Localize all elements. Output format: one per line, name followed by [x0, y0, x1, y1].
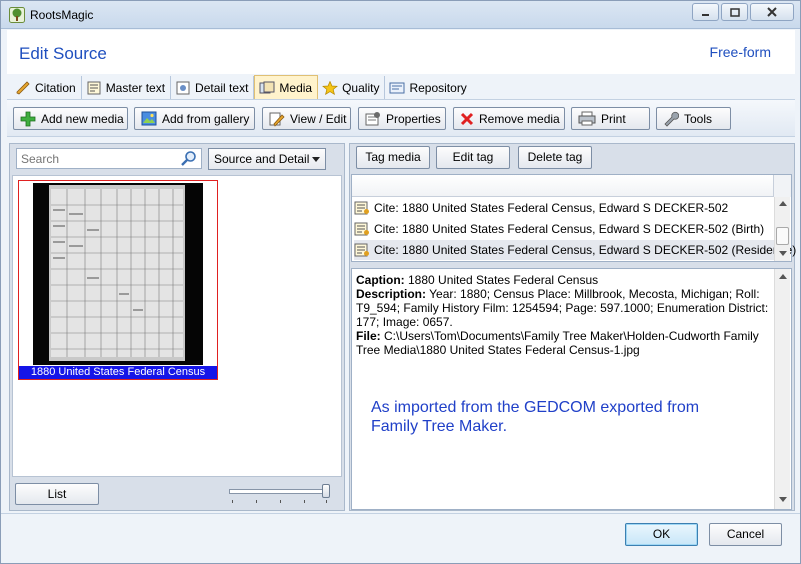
tools-button[interactable]: Tools — [656, 107, 731, 130]
edit-tag-button[interactable]: Edit tag — [436, 146, 510, 169]
tag-row[interactable]: Cite: 1880 United States Federal Census,… — [354, 198, 774, 218]
edit-source-window: RootsMagic Edit Source Free-form Citatio… — [0, 0, 801, 564]
citation-tag-icon — [354, 222, 369, 236]
tab-detail-text[interactable]: Detail text — [171, 76, 255, 99]
list-view-button[interactable]: List — [15, 483, 99, 505]
media-list-panel: Source and Detail — [9, 143, 345, 511]
remove-media-button[interactable]: Remove media — [453, 107, 565, 130]
detail-scrollbar[interactable] — [774, 269, 790, 509]
import-note: As imported from the GEDCOM exported fro… — [371, 399, 700, 435]
citation-tag-icon — [354, 201, 369, 215]
thumbnail-size-slider[interactable] — [229, 489, 329, 494]
media-thumbnail-area: 1880 United States Federal Census — [12, 175, 342, 477]
maximize-icon — [729, 7, 740, 17]
caption-line: Caption: 1880 United States Federal Cens… — [356, 273, 599, 287]
properties-button[interactable]: Properties — [358, 107, 446, 130]
media-filter-dropdown[interactable]: Source and Detail — [208, 148, 326, 170]
media-detail-panel: Tag media Edit tag Delete tag Cite: 1880… — [349, 143, 796, 511]
scroll-up-icon[interactable] — [779, 201, 787, 206]
media-properties-text: Caption: 1880 United States Federal Cens… — [351, 268, 792, 510]
scroll-down-icon[interactable] — [779, 251, 787, 256]
tag-list-header-corner — [773, 175, 791, 197]
tab-media[interactable]: Media — [254, 75, 319, 99]
scroll-down-icon[interactable] — [779, 497, 787, 502]
printer-icon — [578, 111, 596, 126]
dialog-header: Edit Source Free-form — [7, 30, 795, 74]
tag-media-button[interactable]: Tag media — [356, 146, 430, 169]
delete-tag-button[interactable]: Delete tag — [518, 146, 592, 169]
tab-label: Quality — [342, 80, 380, 95]
tag-list-header — [352, 175, 773, 197]
minimize-icon — [702, 13, 709, 16]
minimize-button[interactable] — [692, 3, 719, 21]
filter-selected-value: Source and Detail — [214, 152, 310, 166]
properties-icon — [365, 111, 380, 125]
remove-x-icon — [460, 112, 474, 125]
rootsmagic-tree-icon — [9, 7, 25, 23]
tab-label: Repository — [409, 80, 467, 95]
file-line: File: C:\Users\Tom\Documents\Family Tree… — [356, 329, 759, 357]
footer-divider — [1, 513, 800, 514]
star-icon — [322, 80, 339, 95]
media-thumbnail[interactable]: 1880 United States Federal Census — [18, 180, 218, 380]
tag-list-scrollbar[interactable] — [774, 197, 790, 261]
ok-button[interactable]: OK — [625, 523, 698, 546]
cancel-button[interactable]: Cancel — [709, 523, 782, 546]
slider-ticks — [232, 500, 328, 504]
title-bar: RootsMagic — [1, 1, 800, 29]
search-box — [16, 148, 202, 169]
census-page-image — [33, 183, 203, 365]
scroll-up-icon[interactable] — [779, 274, 787, 279]
tab-label: Citation — [35, 80, 76, 95]
tag-row-selected[interactable]: Cite: 1880 United States Federal Census,… — [354, 240, 796, 260]
close-icon — [767, 7, 777, 17]
search-icon[interactable] — [180, 150, 198, 168]
print-button[interactable]: Print — [571, 107, 650, 130]
wrench-icon — [664, 111, 679, 127]
document-icon — [87, 81, 101, 94]
view-edit-button[interactable]: View / Edit — [262, 107, 351, 130]
close-button[interactable] — [750, 3, 794, 21]
tab-quality[interactable]: Quality — [318, 76, 386, 99]
plus-icon — [20, 111, 36, 126]
edit-pencil-icon — [269, 112, 285, 127]
tab-label: Detail text — [195, 80, 249, 95]
tag-row[interactable]: Cite: 1880 United States Federal Census,… — [354, 219, 774, 239]
add-from-gallery-button[interactable]: Add from gallery — [134, 107, 255, 130]
scrollbar-thumb[interactable] — [776, 227, 789, 245]
tab-label: Master text — [105, 80, 166, 95]
pencil-icon — [16, 80, 30, 94]
source-mode-label: Free-form — [709, 44, 771, 60]
chevron-down-icon — [312, 157, 320, 162]
detail-icon — [176, 81, 190, 94]
thumbnail-caption: 1880 United States Federal Census — [19, 366, 217, 379]
slider-handle[interactable] — [322, 484, 330, 498]
window-title: RootsMagic — [30, 8, 94, 22]
media-toolbar: Add new media Add from gallery View / Ed… — [7, 99, 795, 137]
gallery-icon — [141, 111, 157, 126]
repository-icon — [389, 82, 405, 93]
media-tag-list: Cite: 1880 United States Federal Census,… — [351, 174, 796, 262]
tab-bar: Citation Master text Detail text Media Q… — [7, 74, 795, 99]
add-new-media-button[interactable]: Add new media — [13, 107, 128, 130]
tab-master-text[interactable]: Master text — [82, 76, 172, 99]
tab-citation[interactable]: Citation — [11, 76, 82, 99]
tab-label: Media — [279, 80, 313, 95]
search-input[interactable] — [17, 149, 177, 168]
media-icon — [259, 81, 275, 93]
description-line: Description: Year: 1880; Census Place: M… — [356, 287, 769, 329]
citation-tag-icon — [354, 243, 369, 257]
page-title: Edit Source — [19, 44, 107, 63]
maximize-button[interactable] — [721, 3, 748, 21]
tab-repository[interactable]: Repository — [385, 76, 471, 99]
